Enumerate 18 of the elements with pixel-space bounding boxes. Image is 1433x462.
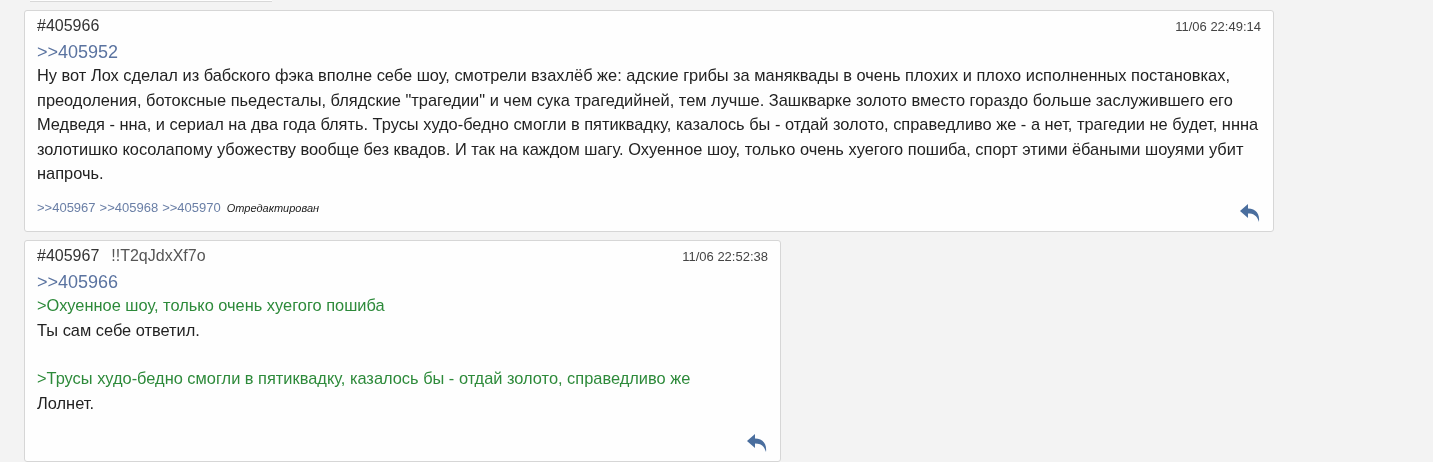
reply-link[interactable]: >>405952 <box>37 41 119 63</box>
reply-arrow-icon[interactable] <box>1239 203 1261 223</box>
post-text: Ты сам себе ответил. <box>37 319 201 341</box>
post-text: Ну вот Лох сделал из бабского фэка вполне себе шоу, смотрели взахлёб же: адские грибы за маняквады в очень плохих и плохо исполненных постановках, преодоления, ботоксные пьедесталы, блядские "трагедии" и чем сука трагедийней, тем лучше. Зашкварке золото вместо гораздо больше заслужившего его Медведя - нна, и сериал на два года блять. Трусы худо-бедно смогли в пятиквадку, казалось бы - отдай золото, справедливо же - а нет, трагедии не будет, ннна золотишко косолапому убожеству вообще без квадов. И так на каждом шагу. Охуенное шоу, только очень хуегого пошиба, спорт этими ёбаными шоуями убит напрочь. <box>37 65 1260 184</box>
reply-link[interactable]: >>405966 <box>37 271 119 293</box>
post-date: 11/06 22:49:14 <box>1175 19 1261 34</box>
post-date: 11/06 22:52:38 <box>682 249 768 264</box>
quoted-text: >Трусы худо-бедно смогли в пятиквадку, казалось бы - отдай золото, справедливо же <box>37 368 692 389</box>
backlink[interactable]: >>405970 <box>162 200 221 215</box>
tripcode: !!T2qJdxXf7o <box>111 247 206 265</box>
backlink[interactable]: >>405968 <box>99 200 159 215</box>
quoted-text: >Охуенное шоу, только очень хуегого пошиба <box>37 295 386 316</box>
post-number[interactable]: #405966 <box>37 17 100 35</box>
edited-label: Отредактирован <box>226 202 320 214</box>
post-text: Лолнет. <box>37 392 95 414</box>
backlink[interactable]: >>405967 <box>37 200 96 215</box>
reply-arrow-icon[interactable] <box>746 433 768 453</box>
post-number[interactable]: #405967 <box>37 247 100 265</box>
